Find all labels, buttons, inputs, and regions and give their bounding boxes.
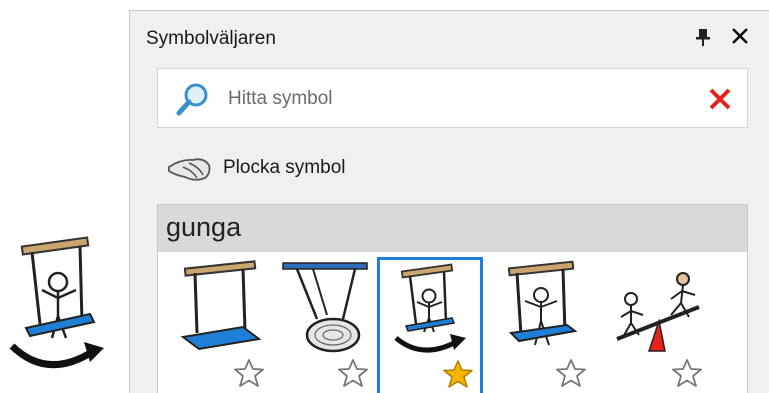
search-input[interactable] [228, 84, 698, 114]
results-header: gunga [158, 205, 747, 252]
symbol-picker-panel: Symbolväljaren Plocka symbol [129, 10, 769, 393]
symbol-tile[interactable] [605, 257, 715, 393]
symbol-tile[interactable] [273, 257, 377, 393]
seesaw-icon [616, 272, 700, 352]
symbol-tile-selected[interactable] [377, 257, 483, 393]
search-results: gunga [157, 204, 748, 393]
person-swinging-arrow-icon [394, 263, 466, 353]
favorite-star-icon[interactable] [555, 357, 587, 389]
panel-title: Symbolväljaren [146, 28, 276, 49]
person-swinging-arrow-icon [9, 236, 104, 368]
results-query: gunga [166, 212, 242, 242]
panel-titlebar: Symbolväljaren [130, 11, 769, 61]
favorite-star-filled-icon[interactable] [442, 358, 474, 390]
pick-symbol-label: Plocka symbol [223, 157, 346, 178]
search-box [157, 68, 748, 128]
selected-symbol-preview [2, 234, 112, 384]
nest-swing-icon [282, 262, 368, 353]
favorite-star-icon[interactable] [233, 357, 265, 389]
swing-seat-icon [180, 260, 262, 351]
pin-icon[interactable] [691, 25, 715, 49]
symbol-tile[interactable] [491, 257, 595, 393]
person-on-swing-icon [507, 260, 578, 346]
symbol-tile[interactable] [169, 257, 273, 393]
favorite-star-icon[interactable] [671, 357, 703, 389]
pick-symbol-button[interactable]: Plocka symbol [167, 148, 346, 188]
hand-pick-icon [168, 158, 211, 181]
favorite-star-icon[interactable] [337, 357, 369, 389]
clear-search-icon[interactable] [706, 85, 734, 113]
close-icon[interactable] [728, 24, 752, 48]
search-icon [176, 83, 208, 116]
